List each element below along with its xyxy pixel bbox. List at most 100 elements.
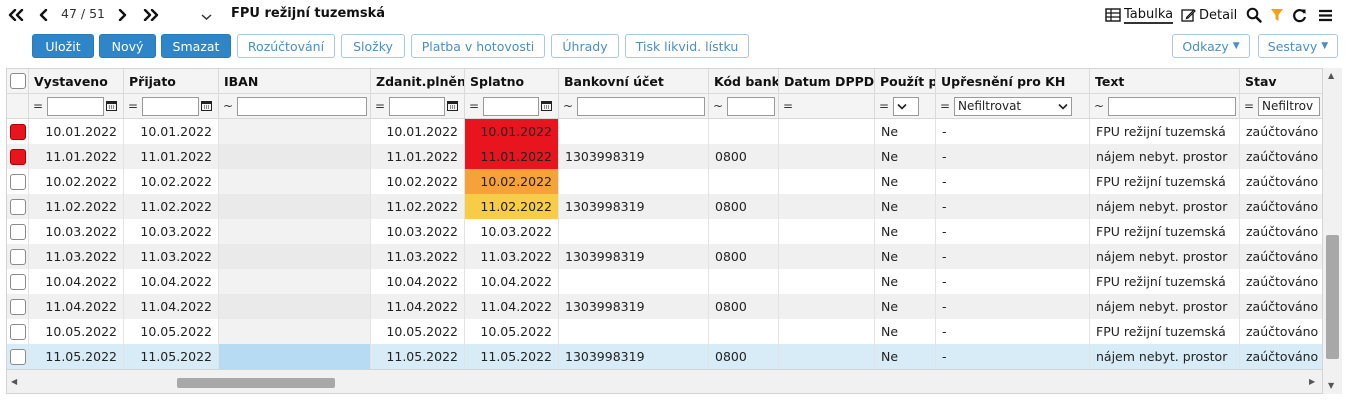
table-row[interactable]: 11.04.2022 11.04.2022 11.04.2022 11.04.2022… [7, 294, 1322, 319]
filter-select-value: Nefiltrov [1262, 99, 1314, 113]
column-header-ucet[interactable]: Bankovní účet [559, 69, 709, 94]
row-checkbox[interactable] [9, 198, 26, 215]
column-header-zdanit[interactable]: Zdanit.plnění [371, 69, 465, 94]
previous-record-icon[interactable] [37, 4, 51, 26]
filter-operator[interactable]: = [128, 99, 140, 113]
filter-input-zdanit[interactable] [389, 96, 445, 116]
cell-vystaveno: 10.05.2022 [29, 319, 124, 344]
calendar-icon[interactable] [541, 99, 552, 114]
cell-prijato: 11.01.2022 [124, 144, 219, 169]
scroll-left-icon[interactable]: ◀ [11, 378, 17, 386]
column-header-vystaveno[interactable]: Vystaveno [29, 69, 124, 94]
links-dropdown[interactable]: Odkazy ▼ [1172, 34, 1250, 58]
filter-input-prijato[interactable] [142, 96, 199, 116]
folders-button[interactable]: Složky [341, 34, 405, 58]
table-row[interactable]: 10.01.2022 10.01.2022 10.01.2022 10.01.2022… [7, 119, 1322, 144]
row-checkbox[interactable] [9, 148, 26, 165]
calendar-icon[interactable] [447, 99, 458, 114]
filter-input-ucet[interactable] [577, 96, 705, 116]
table-row[interactable]: 11.05.2022 11.05.2022 11.05.2022 11.05.2022… [7, 344, 1322, 369]
column-header-prijato[interactable]: Přijato [124, 69, 219, 94]
row-checkbox[interactable] [9, 123, 26, 140]
row-checkbox[interactable] [9, 348, 26, 365]
cell-kh: - [936, 269, 1090, 294]
filter-operator[interactable]: ~ [223, 99, 235, 113]
delete-button[interactable]: Smazat [161, 34, 231, 58]
row-checkbox[interactable] [9, 223, 26, 240]
select-all-checkbox[interactable] [10, 73, 26, 89]
row-checkbox[interactable] [9, 323, 26, 340]
column-header-dppd[interactable]: Datum DPPD [779, 69, 875, 94]
payments-button[interactable]: Úhrady [551, 34, 619, 58]
row-checkbox[interactable] [9, 248, 26, 265]
chevron-down-icon [897, 99, 907, 113]
cell-iban [219, 244, 371, 269]
chevron-down-icon[interactable] [201, 9, 212, 24]
row-checkbox[interactable] [9, 173, 26, 190]
row-checkbox[interactable] [9, 273, 26, 290]
first-record-icon[interactable] [7, 4, 25, 26]
vertical-scroll-thumb[interactable] [1326, 235, 1339, 359]
filter-operator[interactable]: = [783, 99, 795, 113]
column-header-splatno[interactable]: Splatno [465, 69, 559, 94]
new-button[interactable]: Nový [99, 34, 156, 58]
scroll-up-icon[interactable]: ▲ [1328, 72, 1334, 80]
column-header-kod[interactable]: Kód banky [709, 69, 779, 94]
filter-operator[interactable]: ~ [563, 99, 575, 113]
filter-operator[interactable]: = [879, 99, 891, 113]
table-row[interactable]: 10.02.2022 10.02.2022 10.02.2022 10.02.2022… [7, 169, 1322, 194]
filter-icon[interactable] [1268, 6, 1286, 24]
scroll-down-icon[interactable]: ▼ [1328, 382, 1334, 390]
horizontal-scroll-thumb[interactable] [177, 378, 335, 388]
column-header-pouzit[interactable]: Použít po [875, 69, 936, 94]
tab-table[interactable]: Tabulka [1105, 5, 1174, 25]
column-header-text[interactable]: Text [1090, 69, 1240, 94]
row-checkbox[interactable] [9, 298, 26, 315]
filter-input-kod[interactable] [727, 96, 775, 116]
table-row[interactable]: 10.03.2022 10.03.2022 10.03.2022 10.03.2022… [7, 219, 1322, 244]
column-header-stav[interactable]: Stav [1240, 69, 1322, 94]
tab-detail[interactable]: Detail [1181, 5, 1237, 25]
last-record-icon[interactable] [142, 4, 160, 26]
cell-text: nájem nebyt. prostor [1090, 194, 1240, 219]
filter-input-text[interactable] [1108, 96, 1236, 116]
cell-kh: - [936, 319, 1090, 344]
filter-select-pouzit[interactable] [893, 96, 919, 116]
menu-icon[interactable] [1316, 6, 1334, 24]
filter-input-iban[interactable] [237, 96, 367, 116]
column-header-kh[interactable]: Upřesnění pro KH [936, 69, 1090, 94]
filter-operator[interactable]: = [469, 99, 481, 113]
scroll-right-icon[interactable]: ▶ [1309, 378, 1315, 386]
cash-payment-button[interactable]: Platba v hotovosti [411, 34, 545, 58]
filter-operator[interactable]: ~ [713, 99, 725, 113]
allocation-button[interactable]: Rozúčtování [237, 34, 335, 58]
table-row[interactable]: 11.01.2022 11.01.2022 11.01.2022 11.01.2022… [7, 144, 1322, 169]
calendar-icon[interactable] [106, 99, 117, 114]
filter-operator[interactable]: = [940, 99, 952, 113]
table-row[interactable]: 11.02.2022 11.02.2022 11.02.2022 11.02.2022… [7, 194, 1322, 219]
cell-text: FPU režijní tuzemská [1090, 119, 1240, 144]
save-button[interactable]: Uložit [32, 34, 94, 58]
filter-select-stav[interactable]: Nefiltrov [1258, 96, 1320, 116]
filter-input-splatno[interactable] [483, 96, 539, 116]
filter-operator[interactable]: = [375, 99, 387, 113]
filter-select-kh[interactable]: Nefiltrovat [954, 96, 1072, 116]
table-row[interactable]: 10.04.2022 10.04.2022 10.04.2022 10.04.2022… [7, 269, 1322, 294]
column-header-iban[interactable]: IBAN [219, 69, 371, 94]
cell-ucet: 1303998319 [559, 244, 709, 269]
next-record-icon[interactable] [115, 4, 129, 26]
reports-dropdown[interactable]: Sestavy ▼ [1258, 34, 1338, 58]
filter-operator[interactable]: = [1244, 99, 1256, 113]
table-row[interactable]: 10.05.2022 10.05.2022 10.05.2022 10.05.2022… [7, 319, 1322, 344]
filter-operator[interactable]: ~ [1094, 99, 1106, 113]
cell-pouzit: Ne [875, 144, 936, 169]
print-settlement-button[interactable]: Tisk likvid. lístku [625, 34, 749, 58]
filter-operator[interactable]: = [33, 99, 45, 113]
horizontal-scrollbar[interactable]: ◀ ▶ [6, 370, 1323, 394]
vertical-scrollbar[interactable]: ▲ ▼ [1323, 68, 1342, 394]
calendar-icon[interactable] [201, 99, 212, 114]
search-icon[interactable] [1245, 6, 1263, 24]
filter-input-vystaveno[interactable] [47, 96, 104, 116]
table-row[interactable]: 11.03.2022 11.03.2022 11.03.2022 11.03.2022… [7, 244, 1322, 269]
refresh-icon[interactable] [1290, 6, 1308, 24]
